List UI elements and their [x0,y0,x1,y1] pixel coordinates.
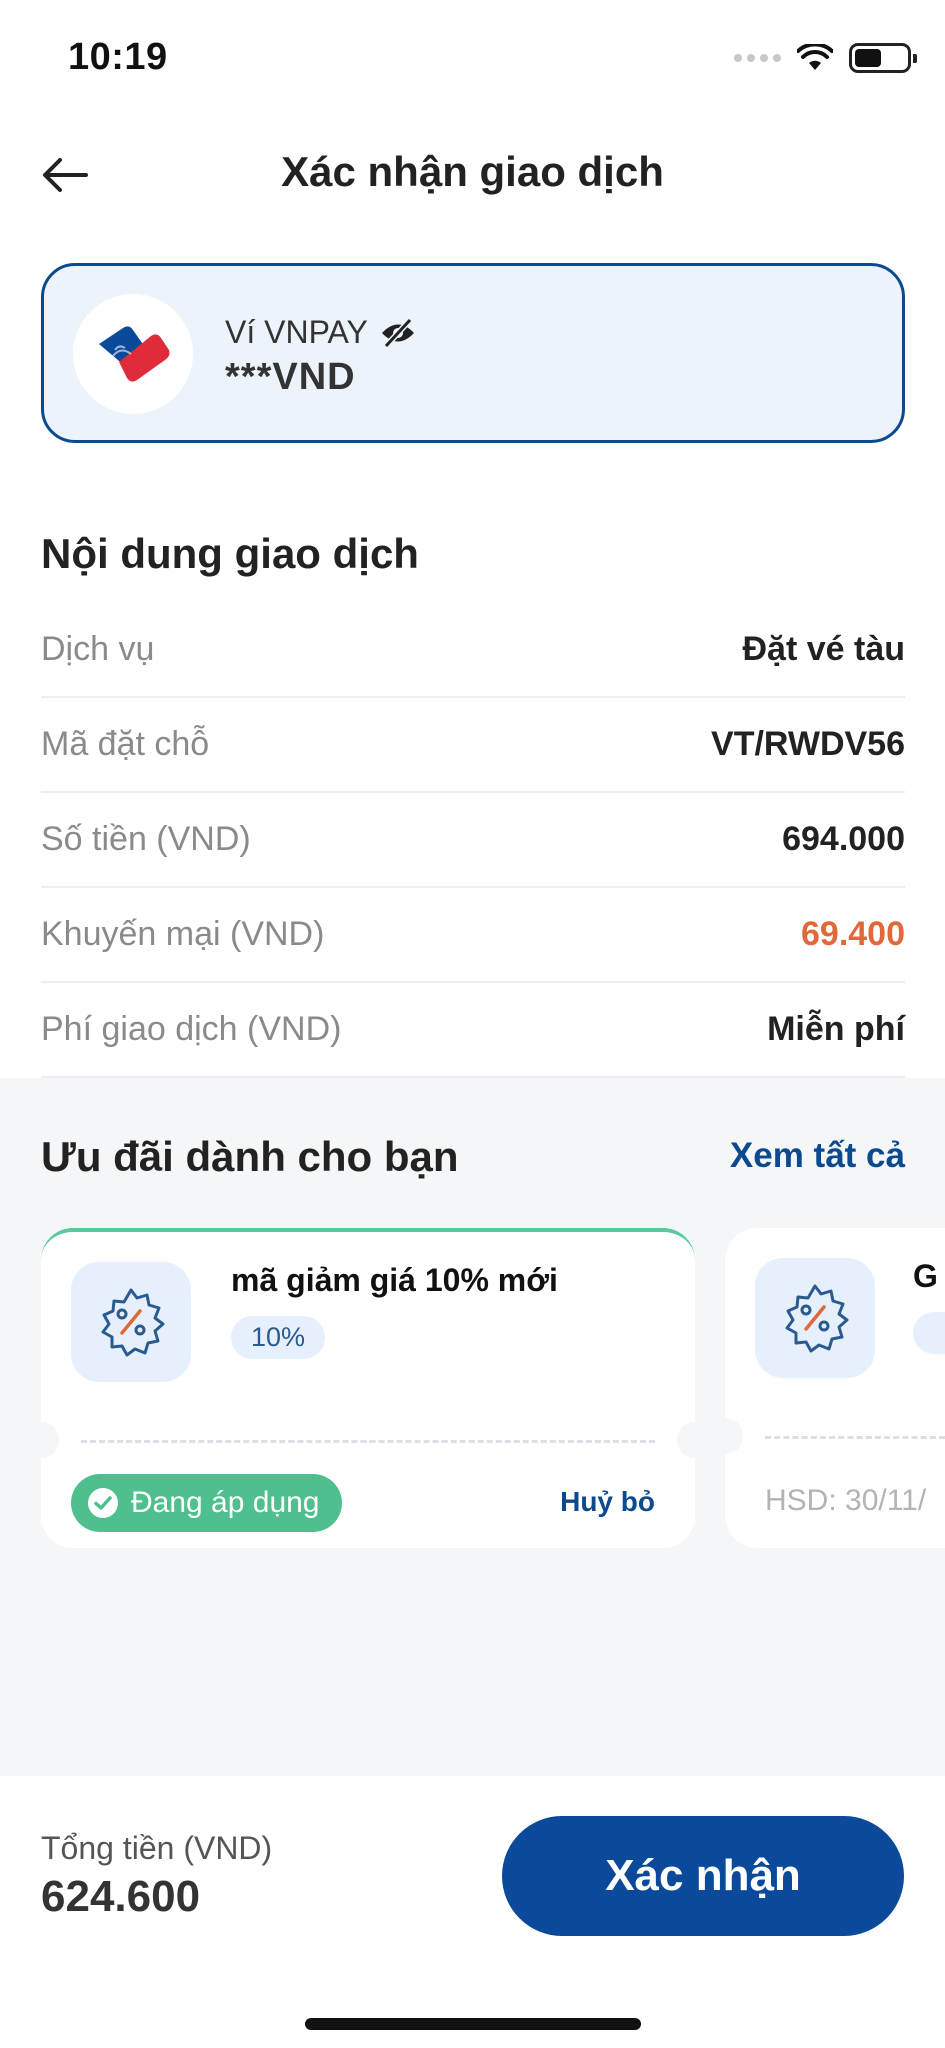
dashed-divider [81,1440,655,1443]
row-label: Mã đặt chỗ [41,725,210,763]
discount-badge-icon [71,1262,191,1382]
wallet-name: Ví VNPAY [225,314,368,350]
row-fee: Phí giao dịch (VND) Miễn phí [41,983,905,1078]
wallet-balance: ***VND [225,356,356,398]
voucher-card-active[interactable]: mã giảm giá 10% mới 10% Đang áp dụng Huỷ… [41,1228,695,1548]
header: Xác nhận giao dịch [0,130,945,220]
voucher-tag: 10% [231,1316,326,1359]
dashed-divider [765,1436,945,1439]
total-label: Tổng tiền (VND) [41,1830,273,1866]
offers-section: Ưu đãi dành cho bạn Xem tất cả mã giảm g… [0,1078,945,1776]
row-label: Dịch vụ [41,630,155,668]
voucher-card-next[interactable]: G HSD: 30/11/ [725,1228,945,1548]
row-value: 694.000 [782,820,905,858]
status-bar: 10:19 [0,0,945,110]
status-time: 10:19 [68,36,168,78]
row-value: Đặt vé tàu [742,630,906,668]
row-discount: Khuyến mại (VND) 69.400 [41,888,905,983]
bottom-bar: Tổng tiền (VND) 624.600 Xác nhận [0,1776,945,2048]
applied-status-badge: Đang áp dụng [71,1474,342,1532]
ticket-notch [725,1418,743,1454]
transaction-details: Dịch vụ Đặt vé tàu Mã đặt chỗ VT/RWDV56 … [41,603,905,1078]
voucher-title: mã giảm giá 10% mới [231,1262,558,1298]
page-title: Xác nhận giao dịch [281,148,664,195]
status-icons [734,40,917,76]
row-value: Miễn phí [767,1010,905,1048]
voucher-tag [913,1312,945,1354]
eye-slash-icon[interactable] [380,317,416,348]
cellular-signal-icon [734,54,781,62]
applied-status-text: Đang áp dụng [131,1486,320,1519]
offers-title: Ưu đãi dành cho bạn [41,1133,459,1180]
see-all-link[interactable]: Xem tất cả [730,1136,905,1176]
wifi-icon [797,44,833,70]
ticket-notch [41,1422,59,1458]
row-service: Dịch vụ Đặt vé tàu [41,603,905,698]
confirm-button[interactable]: Xác nhận [502,1816,904,1936]
check-circle-icon [88,1488,118,1518]
ticket-notch [677,1422,695,1458]
total-value: 624.600 [41,1872,201,1921]
row-value: VT/RWDV56 [711,725,905,763]
voucher-expiry: HSD: 30/11/ [765,1484,927,1517]
battery-icon [849,43,917,73]
wallet-name-row: Ví VNPAY [225,314,416,351]
row-label: Số tiền (VND) [41,820,251,858]
cancel-voucher-button[interactable]: Huỷ bỏ [560,1486,655,1518]
vnpay-logo-icon [73,294,193,414]
row-label: Phí giao dịch (VND) [41,1010,342,1048]
wallet-card[interactable]: Ví VNPAY ***VND [41,263,905,443]
row-value-discount: 69.400 [801,915,905,953]
row-amount: Số tiền (VND) 694.000 [41,793,905,888]
discount-badge-icon [755,1258,875,1378]
row-label: Khuyến mại (VND) [41,915,325,953]
voucher-title: G [913,1258,938,1294]
transaction-section-title: Nội dung giao dịch [41,530,419,577]
row-booking-code: Mã đặt chỗ VT/RWDV56 [41,698,905,793]
home-indicator [305,2018,641,2030]
